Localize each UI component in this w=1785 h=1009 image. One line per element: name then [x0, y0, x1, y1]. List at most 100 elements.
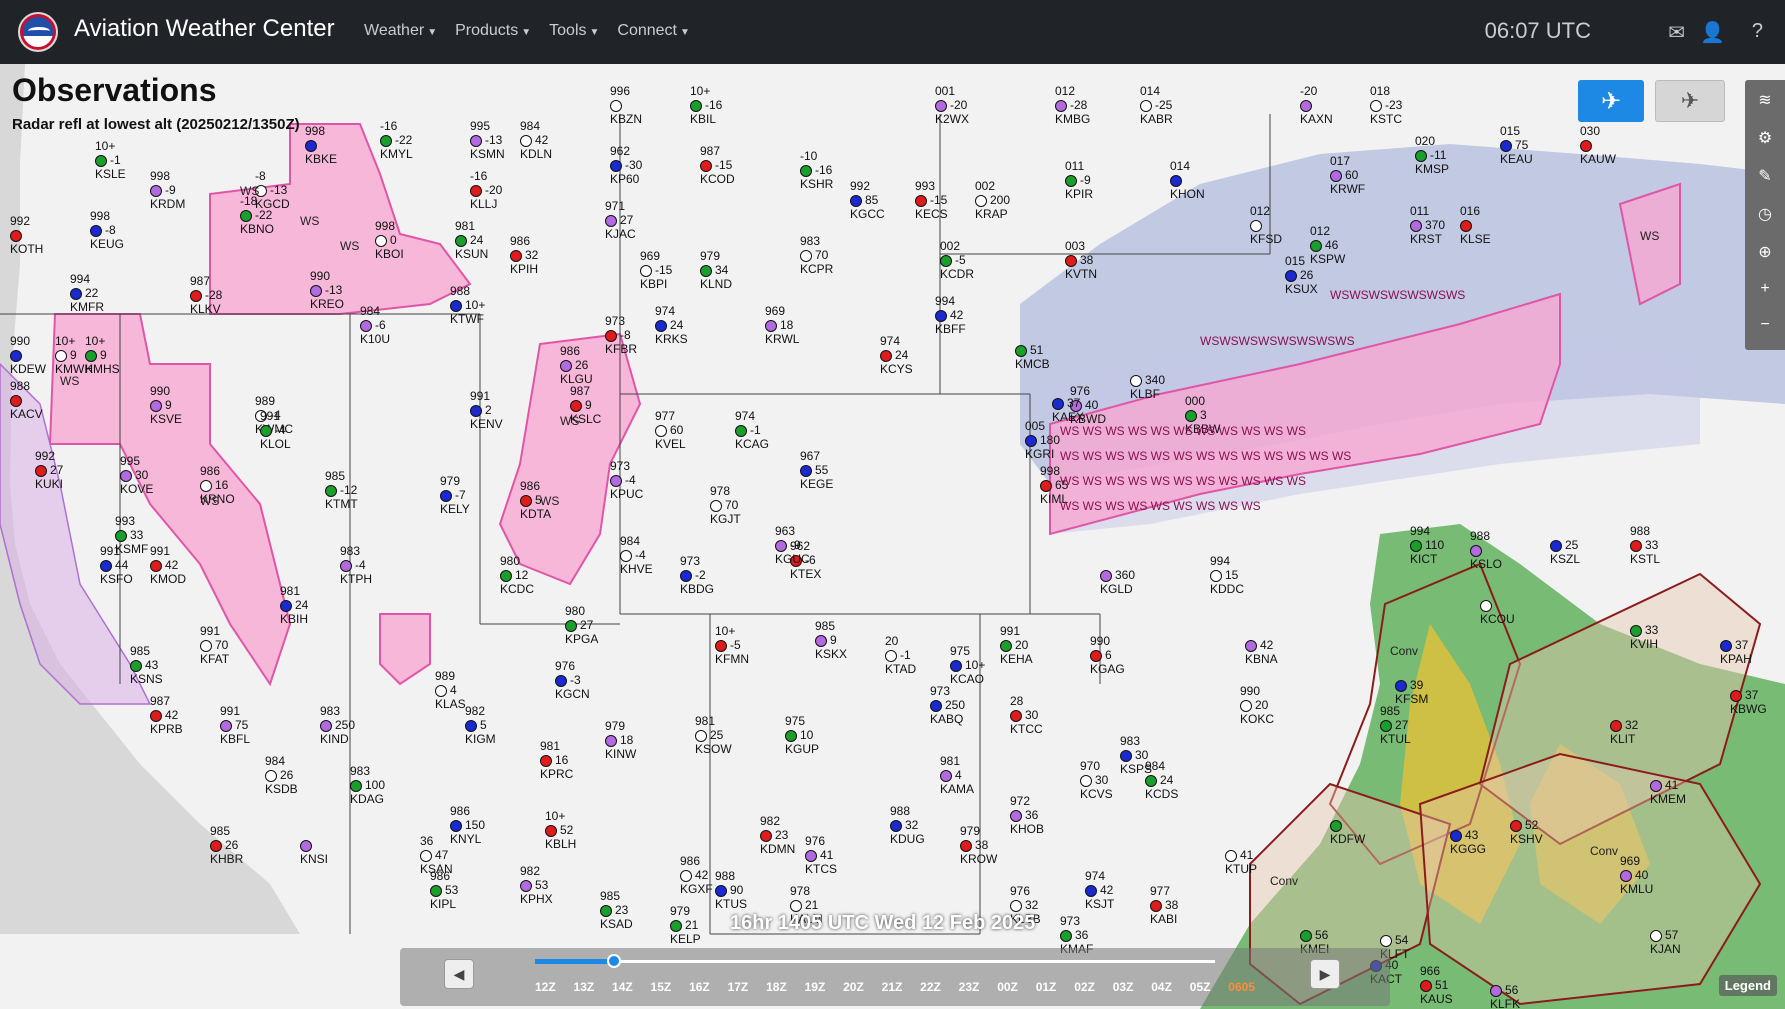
- legend-button[interactable]: Legend: [1718, 975, 1777, 996]
- station-plot[interactable]: 987 -15 KCOD: [700, 144, 735, 186]
- timeline-prev-button[interactable]: ◀: [444, 959, 474, 989]
- help-icon[interactable]: ?: [1752, 20, 1763, 43]
- station-plot[interactable]: 976 41 KTCS: [805, 834, 837, 876]
- station-plot[interactable]: 994 15 KDDC: [1210, 554, 1244, 596]
- station-plot[interactable]: 985 23 KSAD: [600, 889, 633, 931]
- station-plot[interactable]: 985 9 KSKX: [815, 619, 847, 661]
- station-plot[interactable]: 005 180 KGRI: [1025, 419, 1060, 461]
- station-plot[interactable]: 974 24 KRKS: [655, 304, 688, 346]
- station-plot[interactable]: 014 -25 KABR: [1140, 84, 1173, 126]
- station-plot[interactable]: 10+ 9 KMHS: [85, 334, 120, 376]
- station-plot[interactable]: 979 18 KINW: [605, 719, 636, 761]
- station-plot[interactable]: 994 42 KBFF: [935, 294, 966, 336]
- station-plot[interactable]: 975 10 KGUP: [785, 714, 819, 756]
- draw-icon[interactable]: ✎: [1758, 166, 1771, 186]
- timeline-tick[interactable]: 00Z: [997, 980, 1018, 994]
- timeline-tick[interactable]: 05Z: [1190, 980, 1211, 994]
- station-plot[interactable]: 971 27 KJAC: [605, 199, 636, 241]
- timeline-tick[interactable]: 21Z: [882, 980, 903, 994]
- station-plot[interactable]: 983 70 KCPR: [800, 234, 833, 276]
- station-plot[interactable]: 10+ -5 KFMN: [715, 624, 749, 666]
- station-plot[interactable]: 030 KAUW: [1580, 124, 1616, 166]
- station-plot[interactable]: 978 70 KGJT: [710, 484, 741, 526]
- station-plot[interactable]: 989 4 KLAS: [435, 669, 466, 711]
- station-plot[interactable]: 51 KMCB: [1015, 329, 1050, 371]
- timeline-tick[interactable]: 13Z: [574, 980, 595, 994]
- station-plot[interactable]: 987 -28 KLKV: [190, 274, 222, 316]
- station-plot[interactable]: 018 -23 KSTC: [1370, 84, 1402, 126]
- station-plot[interactable]: 52 KSHV: [1510, 804, 1543, 846]
- station-plot[interactable]: 340 KLBF: [1130, 359, 1165, 401]
- station-plot[interactable]: 969 -15 KBPI: [640, 249, 672, 291]
- timeline-tick[interactable]: 20Z: [843, 980, 864, 994]
- timeline-tick[interactable]: 16Z: [689, 980, 710, 994]
- station-plot[interactable]: 37 KPAH: [1720, 624, 1752, 666]
- station-plot[interactable]: 988 32 KDUG: [890, 804, 925, 846]
- station-plot[interactable]: 37 KAEX: [1052, 382, 1084, 424]
- station-plot[interactable]: 002 -5 KCDR: [940, 239, 974, 281]
- station-plot[interactable]: 991 20 KEHA: [1000, 624, 1033, 666]
- station-plot[interactable]: 983 250 KIND: [320, 704, 355, 746]
- station-plot[interactable]: 984 -4 KHVE: [620, 534, 653, 576]
- zoom-out-icon[interactable]: −: [1760, 316, 1769, 334]
- station-plot[interactable]: 28 30 KTCC: [1010, 694, 1043, 736]
- station-plot[interactable]: 981 24 KSUN: [455, 219, 488, 261]
- station-plot[interactable]: 991 44 KSFO: [100, 544, 133, 586]
- station-plot[interactable]: 986 32 KPIH: [510, 234, 538, 276]
- station-plot[interactable]: 980 27 KPGA: [565, 604, 598, 646]
- station-plot[interactable]: 985 27 KTUL: [1380, 704, 1411, 746]
- station-plot[interactable]: KDFW: [1330, 804, 1365, 846]
- station-plot[interactable]: 20 -1 KTAD: [885, 634, 916, 676]
- station-plot[interactable]: 012 -28 KMBG: [1055, 84, 1090, 126]
- station-plot[interactable]: 990 KDEW: [10, 334, 46, 376]
- station-plot[interactable]: 980 12 KCDC: [500, 554, 534, 596]
- timeline-tick[interactable]: 14Z: [612, 980, 633, 994]
- station-plot[interactable]: 985 26 KHBR: [210, 824, 243, 866]
- envelope-icon[interactable]: ✉: [1668, 20, 1685, 45]
- station-plot[interactable]: 986 26 KLGU: [560, 344, 593, 386]
- brand-title[interactable]: Aviation Weather Center: [74, 15, 335, 43]
- station-plot[interactable]: 020 -11 KMSP: [1415, 134, 1449, 176]
- station-plot[interactable]: 981 24 KBIH: [280, 584, 308, 626]
- station-plot[interactable]: KNSI: [300, 824, 328, 866]
- timeline-handle[interactable]: [607, 954, 621, 968]
- station-plot[interactable]: 992 85 KGCC: [850, 179, 885, 221]
- station-plot[interactable]: 014 KHON: [1170, 159, 1205, 201]
- nav-products[interactable]: Products ▼: [455, 22, 531, 40]
- station-plot[interactable]: -16 -22 KMYL: [380, 119, 413, 161]
- station-plot[interactable]: 991 75 KBFL: [220, 704, 250, 746]
- station-plot[interactable]: 32 KLIT: [1610, 704, 1638, 746]
- station-plot[interactable]: 973 -8 KFBR: [605, 314, 637, 356]
- station-plot[interactable]: 25 KSZL: [1550, 524, 1580, 566]
- station-plot[interactable]: 990 -13 KREO: [310, 269, 344, 311]
- station-plot[interactable]: 011 -9 KPIR: [1065, 159, 1093, 201]
- station-plot[interactable]: 988 33 KSTL: [1630, 524, 1660, 566]
- station-plot[interactable]: -16 -20 KLLJ: [470, 169, 502, 211]
- station-plot[interactable]: 988 KACV: [10, 379, 43, 421]
- station-plot[interactable]: 994 110 KICT: [1410, 524, 1444, 566]
- station-plot[interactable]: 993 -15 KECS: [915, 179, 948, 221]
- station-plot[interactable]: 10+ 52 KBLH: [545, 809, 576, 851]
- station-plot[interactable]: KCOU: [1480, 584, 1515, 626]
- station-plot[interactable]: 986 150 KNYL: [450, 804, 485, 846]
- timeline-tick[interactable]: 22Z: [920, 980, 941, 994]
- station-plot[interactable]: 39 KFSM: [1395, 664, 1428, 706]
- timeline-tick[interactable]: 03Z: [1113, 980, 1134, 994]
- station-plot[interactable]: 57 KJAN: [1650, 914, 1681, 956]
- station-plot[interactable]: 977 38 KABI: [1150, 884, 1178, 926]
- station-plot[interactable]: 992 KOTH: [10, 214, 43, 256]
- station-plot[interactable]: 974 -1 KCAG: [735, 409, 769, 451]
- station-plot[interactable]: 985 -12 KTMT: [325, 469, 358, 511]
- station-plot[interactable]: 43 KGGG: [1450, 814, 1486, 856]
- sigmet-spring-mtns[interactable]: [379, 613, 431, 686]
- station-plot[interactable]: 016 KLSE: [1460, 204, 1491, 246]
- timeline-tick[interactable]: 0605: [1228, 980, 1255, 994]
- station-plot[interactable]: 991 2 KENV: [470, 389, 503, 431]
- station-plot[interactable]: 979 -7 KELY: [440, 474, 470, 516]
- timeline-tick[interactable]: 17Z: [728, 980, 749, 994]
- station-plot[interactable]: 984 26 KSDB: [265, 754, 298, 796]
- station-plot[interactable]: 002 200 KRAP: [975, 179, 1010, 221]
- station-plot[interactable]: 991 70 KFAT: [200, 624, 229, 666]
- station-plot[interactable]: 012 KFSD: [1250, 204, 1282, 246]
- station-plot[interactable]: 360 KGLD: [1100, 554, 1135, 596]
